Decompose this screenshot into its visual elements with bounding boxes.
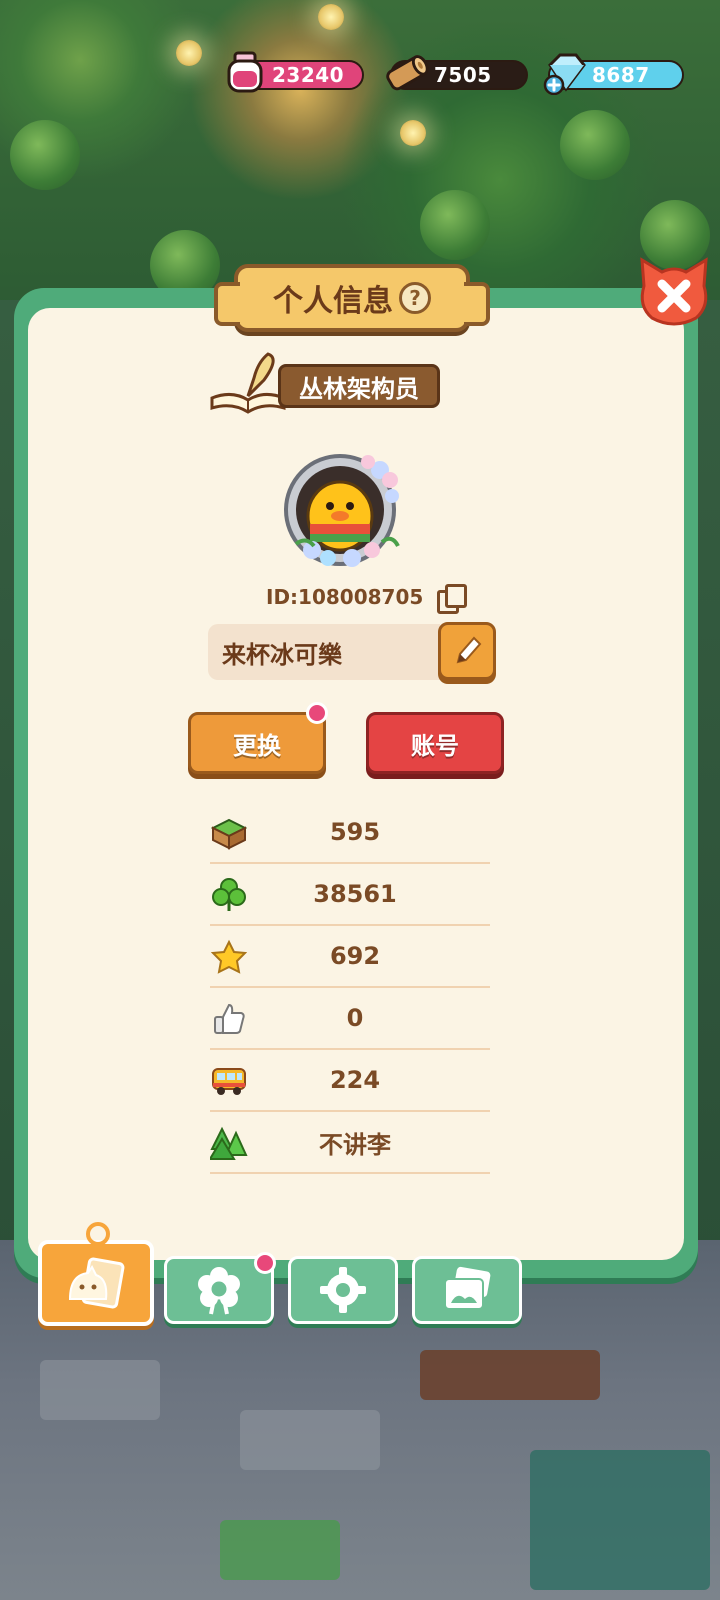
bus-icon — [210, 1062, 248, 1100]
rank-title: 丛林架构员 — [278, 364, 440, 408]
flower-badge-icon — [198, 1267, 240, 1315]
ink-bottle-icon — [222, 50, 268, 96]
stat-row-clover: 38561 — [210, 864, 490, 926]
stat-value: 692 — [329, 942, 381, 970]
stat-value: 不讲李 — [319, 1130, 391, 1159]
book-quill-icon — [210, 352, 286, 414]
tree-decoration — [10, 120, 80, 190]
grass-block-icon — [210, 814, 248, 852]
clover-icon — [210, 876, 248, 914]
player-id: ID:108008705 — [266, 585, 424, 609]
pencil-icon — [456, 636, 482, 664]
panel-title-plate: 个人信息 ? — [214, 264, 490, 332]
close-icon — [640, 257, 708, 326]
copy-icon[interactable] — [437, 584, 468, 614]
lamp-decoration — [318, 4, 344, 30]
change-button[interactable]: 更换 — [188, 712, 326, 774]
stats-list: 595 38561 692 0 224 不讲李 — [210, 802, 490, 1174]
stat-row-likes: 0 — [210, 988, 490, 1050]
stat-value: 224 — [329, 1066, 381, 1094]
stat-row-forest: 不讲李 — [210, 1112, 490, 1174]
stat-row-land: 595 — [210, 802, 490, 864]
help-button[interactable]: ? — [399, 282, 431, 314]
gear-icon — [320, 1267, 366, 1313]
change-notification-dot — [306, 702, 328, 724]
stat-value: 595 — [329, 818, 381, 846]
close-button[interactable] — [636, 256, 712, 332]
account-button[interactable]: 账号 — [366, 712, 504, 774]
tree-decoration — [560, 110, 630, 180]
tab-profile[interactable] — [38, 1222, 154, 1326]
wood-log-icon — [384, 50, 430, 96]
profile-card-icon — [68, 1257, 125, 1309]
tab-settings[interactable] — [288, 1256, 398, 1324]
tab-album[interactable] — [412, 1256, 522, 1324]
lamp-decoration — [400, 120, 426, 146]
tree-decoration — [420, 190, 490, 260]
player-id-row: ID:108008705 — [266, 582, 468, 614]
star-icon — [210, 938, 248, 976]
stat-row-star: 692 — [210, 926, 490, 988]
edit-name-button[interactable] — [438, 622, 496, 680]
duck-avatar-icon — [284, 454, 400, 567]
thumbs-up-icon — [210, 1000, 248, 1038]
stat-value: 38561 — [313, 880, 397, 908]
resource-gems[interactable]: 8687 — [543, 53, 684, 95]
avatar[interactable] — [282, 446, 406, 570]
nickname-field: 来杯冰可樂 — [208, 624, 440, 680]
badges-notification-dot — [254, 1252, 276, 1274]
stat-row-bus: 224 — [210, 1050, 490, 1112]
panel-title: 个人信息 — [273, 284, 393, 319]
photo-album-icon — [444, 1266, 491, 1310]
pine-trees-icon — [210, 1124, 248, 1162]
resource-wood[interactable]: 7505 — [386, 55, 528, 92]
diamond-plus-icon — [542, 50, 588, 96]
lamp-decoration — [176, 40, 202, 66]
resource-ink[interactable]: 23240 — [227, 51, 364, 93]
stat-value: 0 — [346, 1004, 364, 1032]
rank-banner: 丛林架构员 — [208, 350, 448, 420]
